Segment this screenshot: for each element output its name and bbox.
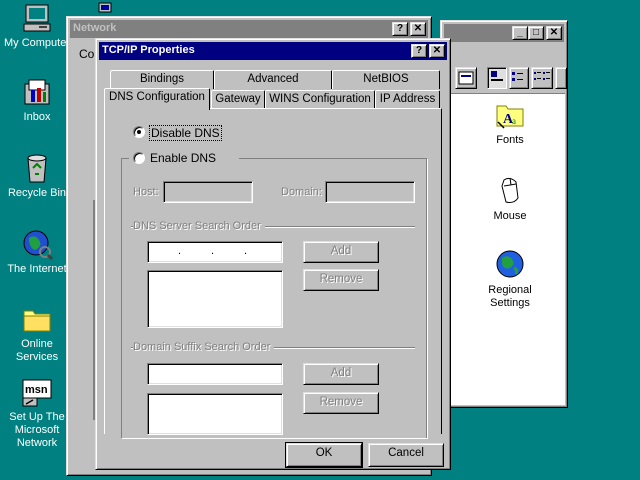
network-tray-icon (98, 2, 112, 16)
dns-server-list[interactable] (147, 270, 283, 328)
network-title: Network (73, 22, 117, 34)
ok-label: OK (315, 447, 333, 459)
tab-gateway[interactable]: Gateway (211, 90, 265, 109)
host-input[interactable] (163, 181, 253, 203)
network-tab-fragment: Co (79, 47, 95, 61)
ip-dot: . (244, 245, 248, 257)
desktop-icon-label: Online Services (15, 338, 59, 363)
network-close-button[interactable]: ✕ (410, 22, 426, 36)
tcpip-close-button[interactable]: ✕ (429, 44, 445, 58)
desktop-icon-label: Inbox (23, 111, 51, 123)
desktop-icon-label: Recycle Bin (7, 187, 67, 199)
dns-remove-label: Remove (319, 273, 363, 285)
cancel-button[interactable]: Cancel (368, 443, 444, 467)
suffix-remove-label: Remove (319, 396, 363, 408)
network-help-button[interactable]: ? (392, 22, 408, 36)
ok-button[interactable]: OK (285, 442, 363, 468)
folder-icon (21, 303, 53, 335)
view-details-button[interactable] (555, 67, 567, 89)
domain-suffix-list[interactable] (147, 393, 283, 435)
toolbar-properties-button[interactable] (455, 67, 477, 89)
disable-dns-label[interactable]: Disable DNS (149, 125, 222, 141)
disable-dns-radio[interactable] (133, 126, 145, 138)
domain-suffix-input[interactable] (147, 363, 283, 385)
dns-server-ip-input[interactable]: . . . (147, 241, 283, 263)
network-window-inner-edge (93, 200, 95, 420)
dns-add-button[interactable]: Add (303, 241, 379, 263)
close-button[interactable]: ✕ (546, 26, 562, 40)
tcpip-dialog[interactable]: TCP/IP Properties ? ✕ Bindings Advanced … (95, 38, 451, 470)
desktop-icon-online-services[interactable]: Online Services (0, 303, 74, 364)
tab-netbios[interactable]: NetBIOS (332, 70, 440, 89)
view-list-button[interactable] (531, 67, 553, 89)
desktop-icon-msn[interactable]: msn Set Up The Microsoft Network (0, 376, 74, 450)
view-small-icons-button[interactable] (509, 67, 529, 89)
desktop-icon-my-computer[interactable]: My Computer (0, 2, 74, 49)
svg-text:a: a (512, 116, 516, 126)
desktop-icon-recycle-bin[interactable]: Recycle Bin (0, 152, 74, 199)
msn-icon: msn (21, 376, 53, 408)
domain-suffix-order-label: Domain Suffix Search Order (133, 341, 275, 353)
tcpip-title: TCP/IP Properties (102, 44, 195, 56)
cp-item-fonts[interactable]: Aa Fonts (470, 98, 550, 146)
desktop-icon-label: The Internet (7, 263, 67, 275)
tab-bindings[interactable]: Bindings (110, 70, 214, 89)
desktop-icon-label: Set Up The Microsoft Network (9, 411, 65, 449)
desktop-icon-label: My Computer (3, 37, 71, 49)
dns-tab-panel: Disable DNS Enable DNS Enable DNS Host: … (104, 108, 442, 438)
cp-item-regional-settings[interactable]: Regional Settings (470, 248, 550, 310)
desktop-icon-the-internet[interactable]: The Internet (0, 228, 74, 275)
domain-input[interactable] (325, 181, 415, 203)
domain-label: Domain: (281, 186, 322, 198)
cp-item-label: Mouse (493, 210, 527, 222)
tcpip-titlebar[interactable]: TCP/IP Properties ? ✕ (99, 42, 447, 60)
suffix-add-label: Add (330, 367, 352, 379)
large-icons-icon (491, 71, 503, 81)
tab-ip-address[interactable]: IP Address (375, 90, 440, 109)
recycle-bin-icon (21, 152, 53, 184)
svg-text:msn: msn (25, 384, 48, 396)
tcpip-help-button[interactable]: ? (411, 44, 427, 58)
tab-advanced[interactable]: Advanced (214, 70, 332, 89)
desktop-icon-inbox[interactable]: Inbox (0, 76, 74, 123)
list-icon (534, 72, 550, 80)
control-panel-window[interactable]: _ □ ✕ Aa Fonts Mouse Regional Settings (440, 20, 568, 408)
desktop: { "desktop": { "icons": [ {"label": "My … (0, 0, 640, 480)
cp-item-mouse[interactable]: Mouse (470, 174, 550, 222)
tab-dns-configuration[interactable]: DNS Configuration (104, 88, 210, 110)
suffix-add-button[interactable]: Add (303, 363, 379, 385)
inbox-icon (21, 76, 53, 108)
properties-icon (458, 71, 474, 85)
enable-dns-radio-overlay (133, 152, 145, 164)
view-large-icons-button[interactable] (487, 67, 507, 89)
internet-icon (21, 228, 54, 261)
maximize-button[interactable]: □ (528, 26, 544, 40)
dns-add-label: Add (330, 245, 352, 257)
tab-wins-configuration[interactable]: WINS Configuration (265, 90, 375, 109)
cp-item-label: Regional Settings (488, 284, 532, 309)
minimize-button[interactable]: _ (512, 26, 528, 40)
control-panel-titlebar[interactable]: _ □ ✕ (444, 24, 564, 42)
computer-icon (21, 2, 53, 34)
enable-dns-label-overlay: Enable DNS (150, 151, 217, 165)
mouse-icon (494, 174, 526, 206)
globe-icon (494, 248, 526, 280)
host-label: Host: (133, 186, 159, 198)
dns-remove-button[interactable]: Remove (303, 269, 379, 291)
cancel-label: Cancel (388, 447, 424, 459)
control-panel-content: Aa Fonts Mouse Regional Settings (445, 93, 565, 405)
network-titlebar[interactable]: Network ? ✕ (70, 20, 428, 38)
suffix-remove-button[interactable]: Remove (303, 392, 379, 414)
cp-item-label: Fonts (496, 134, 524, 146)
fonts-folder-icon: Aa (494, 98, 526, 130)
small-icons-icon (512, 72, 523, 81)
ip-dot: . (178, 245, 182, 257)
dns-server-order-label: DNS Server Search Order (133, 220, 265, 232)
ip-dot: . (211, 245, 215, 257)
